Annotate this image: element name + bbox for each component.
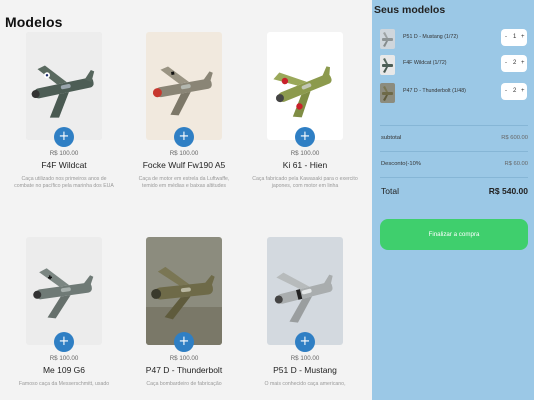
- product-price: R$ 100.00: [49, 150, 79, 157]
- product-price: R$ 100.00: [49, 355, 79, 362]
- quantity-stepper: - 2 +: [501, 83, 527, 100]
- discount-value: R$ 60.00: [504, 161, 528, 167]
- discount-label: Desconto(-10%: [381, 161, 421, 167]
- cart-item-name: P51 D - Mustang (1/72): [403, 34, 459, 40]
- increase-quantity-button[interactable]: +: [521, 34, 525, 40]
- product-name: P47 D - Thunderbolt: [145, 365, 223, 375]
- cart-item-thumbnail: [380, 83, 395, 103]
- quantity-value: 1: [513, 34, 517, 40]
- product-card: + R$ 100.00 P51 D - Mustang O mais conhe…: [248, 237, 362, 388]
- product-price: R$ 100.00: [169, 355, 199, 362]
- product-description: Caça utilizado nos primeiros anos de com…: [14, 176, 114, 190]
- product-description: Famoso caça da Messerschmitt, usado: [18, 381, 110, 387]
- cart-item-name: P47 D - Thunderbolt (1/48): [403, 88, 466, 94]
- subtotal-label: subtotal: [381, 135, 402, 141]
- quantity-stepper: - 1 +: [501, 29, 527, 46]
- subtotal-value: R$ 600.00: [501, 135, 528, 141]
- product-description: O mais conhecido caça americano,: [264, 381, 346, 387]
- product-card: + R$ 100.00 Ki 61 - Hien Caça fabricado …: [248, 32, 362, 191]
- product-image: [26, 237, 102, 345]
- product-image: [267, 32, 343, 140]
- add-to-cart-button[interactable]: +: [295, 127, 315, 147]
- total-value: R$ 540.00: [488, 186, 528, 196]
- product-image: [26, 32, 102, 140]
- product-name: Focke Wulf Fw190 A5: [142, 160, 226, 170]
- quantity-value: 2: [513, 60, 517, 66]
- product-image: [146, 237, 222, 345]
- increase-quantity-button[interactable]: +: [521, 88, 525, 94]
- quantity-stepper: - 2 +: [501, 55, 527, 72]
- cart-item-thumbnail: [380, 55, 395, 75]
- cart-item-name: F4F Wildcat (1/72): [403, 60, 447, 66]
- page-title: Modelos: [5, 14, 63, 30]
- product-name: Ki 61 - Hien: [282, 160, 328, 170]
- cart-title: Seus modelos: [374, 4, 446, 16]
- product-price: R$ 100.00: [169, 150, 199, 157]
- catalog-section: Modelos + R$ 100.00 F4F Wildcat Caça uti…: [0, 0, 372, 400]
- product-card: + R$ 100.00 Me 109 G6 Famoso caça da Mes…: [7, 237, 121, 388]
- product-name: F4F Wildcat: [41, 160, 87, 170]
- product-image: [267, 237, 343, 345]
- divider: [380, 125, 528, 126]
- decrease-quantity-button[interactable]: -: [505, 60, 507, 66]
- add-to-cart-button[interactable]: +: [174, 332, 194, 352]
- add-to-cart-button[interactable]: +: [54, 332, 74, 352]
- product-description: Caça fabricado pela Kawasaki para o exer…: [252, 176, 358, 190]
- product-price: R$ 100.00: [290, 150, 320, 157]
- cart-item-thumbnail: [380, 29, 395, 49]
- product-name: P51 D - Mustang: [273, 365, 337, 375]
- cart-item: P51 D - Mustang (1/72) - 1 +: [380, 29, 528, 51]
- decrease-quantity-button[interactable]: -: [505, 88, 507, 94]
- add-to-cart-button[interactable]: +: [54, 127, 74, 147]
- quantity-value: 2: [513, 88, 517, 94]
- add-to-cart-button[interactable]: +: [174, 127, 194, 147]
- product-card: + R$ 100.00 F4F Wildcat Caça utilizado n…: [7, 32, 121, 191]
- increase-quantity-button[interactable]: +: [521, 60, 525, 66]
- cart-sidebar: Seus modelos P51 D - Mustang (1/72) - 1 …: [372, 0, 534, 400]
- product-card: + R$ 100.00 P47 D - Thunderbolt Caça bom…: [127, 237, 241, 388]
- divider: [380, 177, 528, 178]
- product-price: R$ 100.00: [290, 355, 320, 362]
- cart-item: P47 D - Thunderbolt (1/48) - 2 +: [380, 83, 528, 105]
- checkout-button[interactable]: Finalizar a compra: [380, 219, 528, 250]
- product-image: [146, 32, 222, 140]
- cart-item: F4F Wildcat (1/72) - 2 +: [380, 55, 528, 77]
- product-description: Caça bombardeiro de fabricação: [146, 381, 222, 387]
- product-card: + R$ 100.00 Focke Wulf Fw190 A5 Caça de …: [127, 32, 241, 191]
- total-label: Total: [381, 186, 399, 196]
- product-description: Caça de motor em estrela da Luftwaffe, t…: [138, 176, 230, 190]
- divider: [380, 151, 528, 152]
- product-name: Me 109 G6: [42, 365, 86, 375]
- add-to-cart-button[interactable]: +: [295, 332, 315, 352]
- decrease-quantity-button[interactable]: -: [505, 34, 507, 40]
